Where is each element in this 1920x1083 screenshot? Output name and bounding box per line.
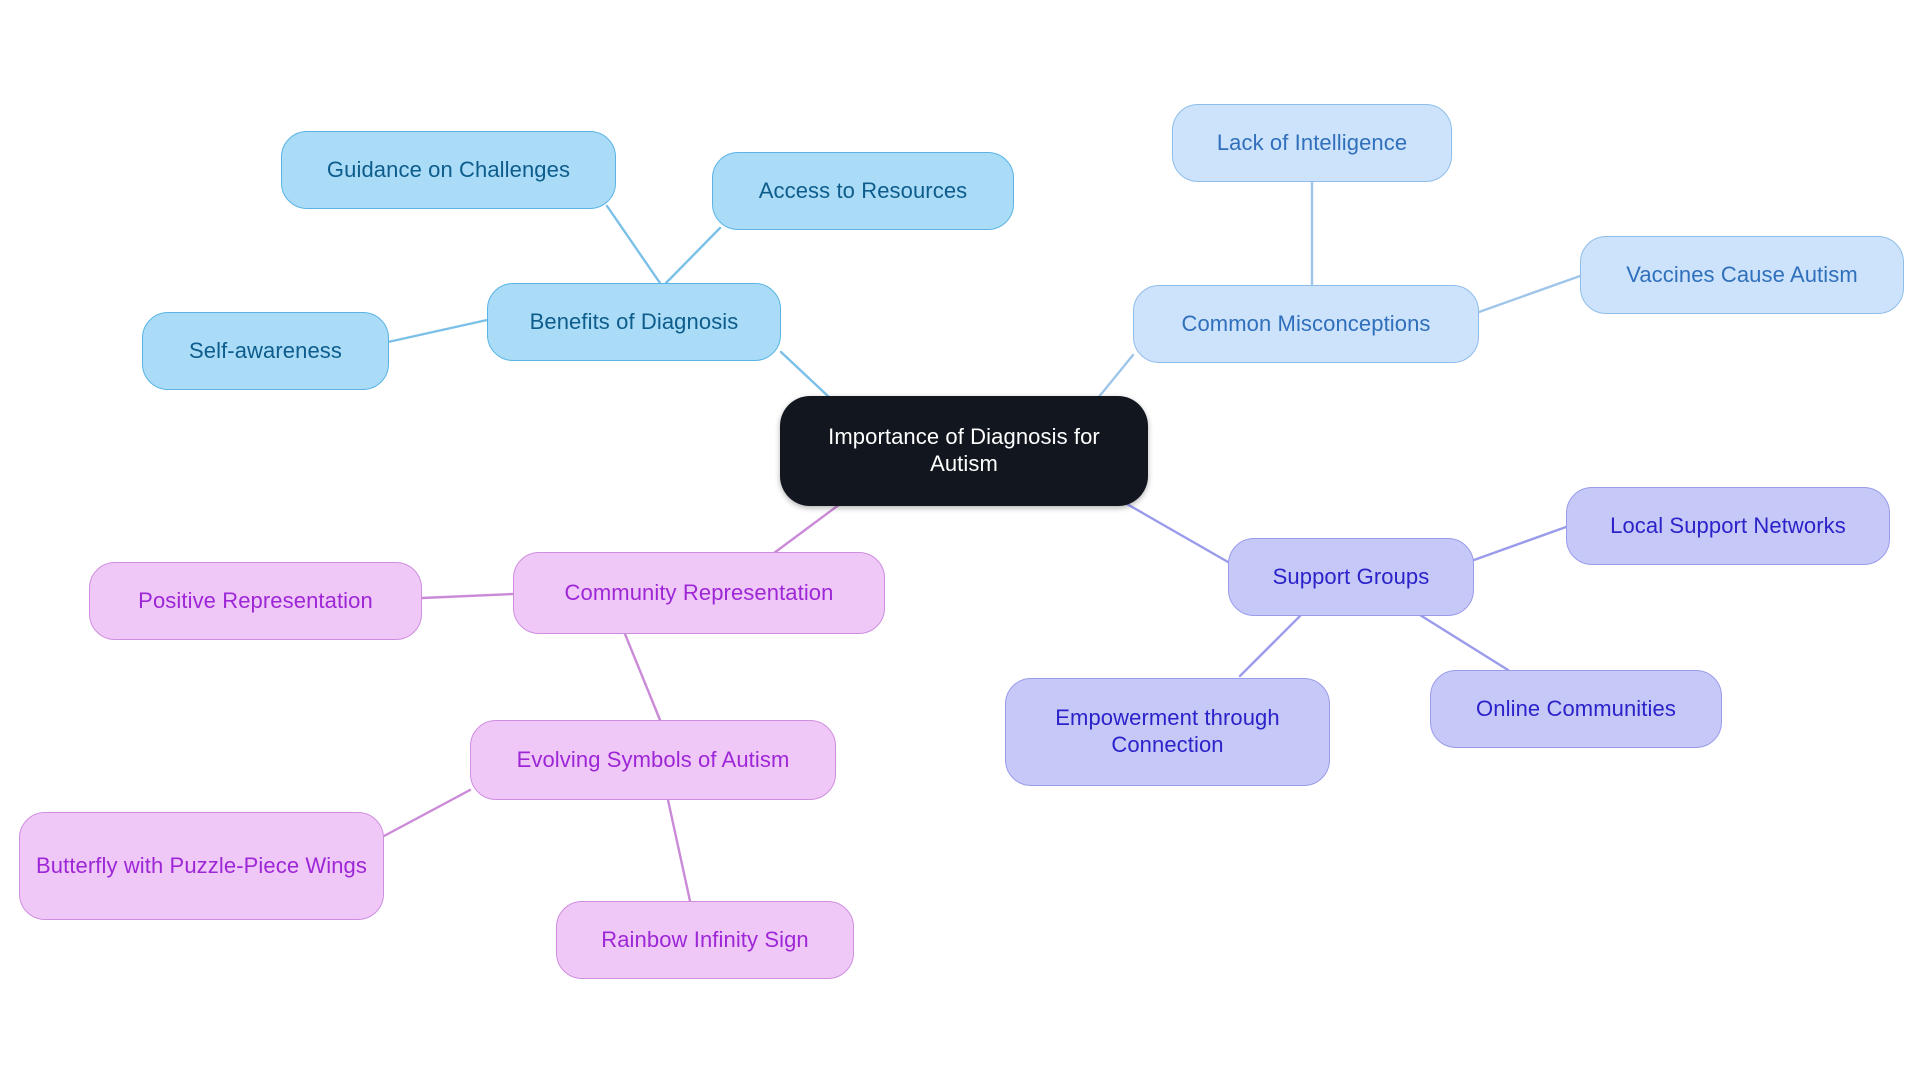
- mindmap-node-root[interactable]: Importance of Diagnosis for Autism: [780, 396, 1148, 506]
- mindmap-node-rainbow[interactable]: Rainbow Infinity Sign: [556, 901, 854, 979]
- edge-community-to-root: [768, 502, 842, 558]
- mindmap-node-positive[interactable]: Positive Representation: [89, 562, 422, 640]
- mindmap-node-localnet[interactable]: Local Support Networks: [1566, 487, 1890, 565]
- mindmap-node-online[interactable]: Online Communities: [1430, 670, 1722, 748]
- mindmap-node-support[interactable]: Support Groups: [1228, 538, 1474, 616]
- mindmap-node-guidance[interactable]: Guidance on Challenges: [281, 131, 616, 209]
- edge-guidance-to-benefits: [605, 204, 662, 285]
- mindmap-node-evolving[interactable]: Evolving Symbols of Autism: [470, 720, 836, 800]
- edge-selfaware-to-benefits: [386, 318, 489, 344]
- edge-misconcept-to-root: [1096, 353, 1135, 400]
- mindmap-node-misconcept[interactable]: Common Misconceptions: [1133, 285, 1479, 363]
- mindmap-canvas: Importance of Diagnosis for Autism Benefi…: [0, 0, 1920, 1083]
- mindmap-node-resources[interactable]: Access to Resources: [712, 152, 1014, 230]
- edge-rainbow-to-evolving: [666, 798, 692, 903]
- edge-positive-to-community: [420, 592, 515, 600]
- mindmap-node-butterfly[interactable]: Butterfly with Puzzle-Piece Wings: [19, 812, 384, 920]
- edge-localnet-to-support: [1472, 525, 1568, 562]
- edge-evolving-to-community: [623, 632, 662, 722]
- mindmap-node-lackintel[interactable]: Lack of Intelligence: [1172, 104, 1452, 182]
- edge-resources-to-benefits: [664, 226, 722, 285]
- mindmap-node-vaccines[interactable]: Vaccines Cause Autism: [1580, 236, 1904, 314]
- mindmap-node-community[interactable]: Community Representation: [513, 552, 885, 634]
- edge-butterfly-to-evolving: [382, 788, 472, 838]
- edge-benefits-to-root: [779, 350, 832, 400]
- edge-support-to-root: [1118, 498, 1230, 564]
- edge-empower-to-support: [1238, 614, 1302, 678]
- edge-vaccines-to-misconcept: [1477, 274, 1582, 314]
- mindmap-node-empower[interactable]: Empowerment through Connection: [1005, 678, 1330, 786]
- edge-online-to-support: [1418, 613, 1510, 672]
- mindmap-node-benefits[interactable]: Benefits of Diagnosis: [487, 283, 781, 361]
- mindmap-node-selfaware[interactable]: Self-awareness: [142, 312, 389, 390]
